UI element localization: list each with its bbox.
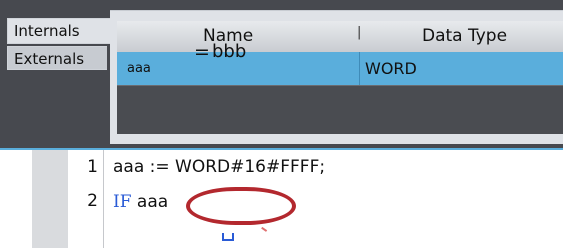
- column-resize-handle[interactable]: |: [357, 25, 361, 40]
- cell-name[interactable]: aaa: [127, 61, 151, 76]
- table-row[interactable]: aaa WORD: [117, 52, 563, 85]
- column-header-data-type[interactable]: Data Type: [422, 26, 507, 46]
- gutter-divider: [103, 150, 104, 248]
- variable-bbb: bbb: [212, 41, 247, 62]
- highlight-circle: [186, 187, 296, 225]
- equals-operator: =: [194, 41, 210, 63]
- cell-divider: [359, 52, 360, 85]
- editor-gutter: [32, 150, 68, 248]
- row-divider: [117, 85, 563, 86]
- text-cursor-icon: [222, 233, 234, 241]
- variable-table-frame: Name | Data Type aaa WORD: [110, 10, 563, 144]
- code-line-1[interactable]: aaa := WORD#16#FFFF;: [113, 157, 325, 177]
- tab-externals[interactable]: Externals: [7, 46, 107, 70]
- variable-aaa: aaa: [136, 192, 169, 212]
- line-number: 1: [87, 157, 98, 177]
- cell-data-type[interactable]: WORD: [365, 59, 417, 78]
- code-line-2[interactable]: IF aaa: [113, 192, 168, 212]
- tab-internals[interactable]: Internals: [7, 18, 111, 44]
- if-keyword: IF: [113, 192, 132, 212]
- variable-table-panel: Internals Externals Name | Data Type aaa…: [0, 0, 563, 148]
- line-number: 2: [87, 191, 98, 211]
- table-header: Name | Data Type: [117, 21, 563, 52]
- variable-table: Name | Data Type aaa WORD: [117, 21, 563, 134]
